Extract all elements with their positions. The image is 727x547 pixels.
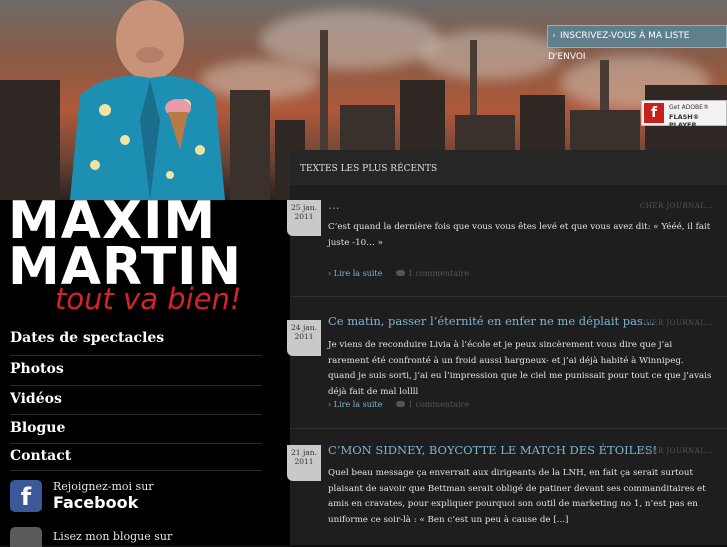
comments-link[interactable]: 1 commentaire [396,400,469,409]
nav-item-contact[interactable]: Contact [10,448,71,464]
comment-icon [396,270,405,276]
post-date: 21 jan. 2011 [287,445,321,481]
post-divider [290,428,727,429]
nav-divider [10,385,262,386]
facebook-line-2: Facebook [53,493,139,512]
post-excerpt: C’est quand la dernière fois que vous vo… [328,222,711,248]
post-date-day: 25 jan. [291,203,317,212]
post-category[interactable]: CHER JOURNAL… [640,447,713,455]
facebook-link[interactable]: f Rejoignez-moi sur Facebook [10,480,260,516]
blog-line-1: Lisez mon blogue sur [53,530,173,543]
comments-label: 1 commentaire [408,400,470,409]
nav-divider [10,443,262,444]
read-more-link[interactable]: › Lire la suite [328,400,382,409]
read-more-label: Lire la suite [333,400,383,409]
post-category[interactable]: CHER JOURNAL… [640,202,713,210]
nav-divider [10,414,262,415]
nav-item-videos[interactable]: Vidéos [10,391,62,407]
newsletter-signup-button[interactable]: › INSCRIVEZ-VOUS À MA LISTE D'ENVOI [547,25,727,62]
post-date-year: 2011 [294,212,314,221]
section-header: TEXTES LES PLUS RÉCENTS [290,150,727,185]
facebook-line-1: Rejoignez-moi sur [53,480,154,493]
blog-link[interactable]: Lisez mon blogue sur [10,525,260,547]
post-title[interactable]: … [328,198,340,212]
post-date-year: 2011 [294,332,314,341]
comments-link[interactable]: 1 commentaire [396,269,469,278]
post-title[interactable]: Ce matin, passer l’éternité en enfer ne … [328,314,654,328]
post-date-year: 2011 [294,457,314,466]
post-date: 24 jan. 2011 [287,320,321,356]
post-date: 25 jan. 2011 [287,200,321,236]
flash-player-badge[interactable]: f Get ADOBE® FLASH® PLAYER [641,100,727,129]
main-content: TEXTES LES PLUS RÉCENTS 25 jan. 2011 … C… [287,150,727,545]
flash-line-2: FLASH® PLAYER [669,113,700,129]
facebook-icon: f [10,480,42,512]
flash-logo-icon: f [644,103,664,123]
post-date-day: 21 jan. [291,448,317,457]
blog-icon [10,527,42,547]
nav-divider [10,470,262,471]
post-category[interactable]: CHER JOURNAL… [640,319,713,327]
nav-item-dates[interactable]: Dates de spectacles [10,330,164,346]
post-title[interactable]: C’MON SIDNEY, BOYCOTTE LE MATCH DES ÉTOI… [328,443,657,457]
nav-divider [10,355,262,356]
sidebar: MAXIM MARTIN tout va bien! Dates de spec… [0,194,290,547]
smoke-cloud [420,30,560,80]
chevron-right-icon: › [552,31,556,41]
nav-item-photos[interactable]: Photos [10,361,64,377]
section-title: TEXTES LES PLUS RÉCENTS [300,164,438,174]
chevron-right-icon: › [328,269,332,278]
flash-line-1: Get ADOBE® [669,104,709,111]
maxim-martin-photo [70,0,225,200]
read-more-label: Lire la suite [333,269,383,278]
comment-icon [396,401,405,407]
post-date-day: 24 jan. [291,323,317,332]
logo-tagline: tout va bien! [55,282,242,316]
post-excerpt: Je viens de reconduire Livia à l’école e… [328,340,712,397]
post-excerpt: Quel beau message ça enverrait aux dirig… [328,468,706,525]
comments-label: 1 commentaire [408,269,470,278]
read-more-link[interactable]: › Lire la suite [328,269,382,278]
post-divider [290,296,727,297]
nav-item-blogue[interactable]: Blogue [10,420,65,436]
chevron-right-icon: › [328,400,332,409]
